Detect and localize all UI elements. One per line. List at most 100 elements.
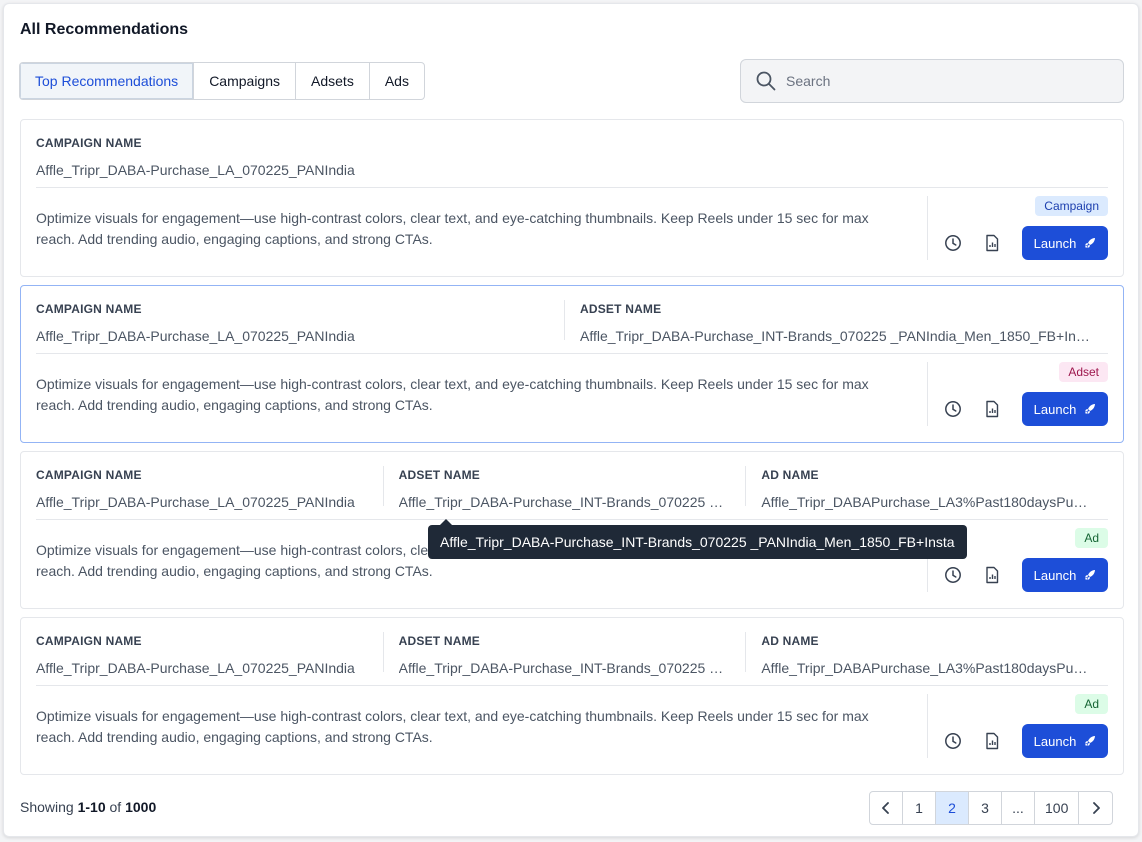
launch-label: Launch [1033, 235, 1077, 251]
campaign-label: CAMPAIGN NAME [36, 468, 142, 482]
history-button[interactable] [941, 397, 965, 421]
card-actions: Launch [941, 392, 1108, 426]
campaign-name: Affle_Tripr_DABA-Purchase_LA_070225_PANI… [36, 328, 355, 344]
divider [927, 694, 928, 758]
ad-label: AD NAME [761, 634, 819, 648]
recommendation-card: CAMPAIGN NAME Affle_Tripr_DABA-Purchase_… [20, 119, 1124, 277]
card-actions: Launch [941, 724, 1108, 758]
ad-field: AD NAME Affle_Tripr_DABAPurchase_LA3%Pas… [745, 452, 1108, 519]
campaign-field: CAMPAIGN NAME Affle_Tripr_DABA-Purchase_… [36, 618, 383, 685]
page-button-3[interactable]: 3 [969, 792, 1002, 824]
recommendation-text: Optimize visuals for engagement—use high… [36, 708, 869, 745]
report-icon [986, 732, 999, 750]
tab-bar: Top Recommendations Campaigns Adsets Ads [19, 62, 425, 100]
rocket-icon [1085, 238, 1096, 248]
recommendation-card: CAMPAIGN NAME Affle_Tripr_DABA-Purchase_… [20, 617, 1124, 775]
report-icon [986, 566, 999, 584]
launch-button[interactable]: Launch [1022, 724, 1108, 758]
page-button-100[interactable]: 100 [1035, 792, 1080, 824]
tab-adsets[interactable]: Adsets [296, 63, 370, 99]
summary-range: 1-10 [77, 799, 106, 815]
adset-name[interactable]: Affle_Tripr_DABA-Purchase_INT-Brands_070… [399, 660, 730, 676]
page-button-1[interactable]: 1 [903, 792, 936, 824]
ad-label: AD NAME [761, 468, 819, 482]
campaign-field: CAMPAIGN NAME Affle_Tripr_DABA-Purchase_… [36, 452, 383, 519]
chevron-left-icon [882, 802, 889, 814]
clock-icon [945, 567, 961, 583]
campaign-name: Affle_Tripr_DABA-Purchase_LA_070225_PANI… [36, 162, 355, 178]
campaign-label: CAMPAIGN NAME [36, 136, 142, 150]
prev-page-button[interactable] [870, 792, 903, 824]
level-badge: Campaign [1035, 196, 1108, 216]
recommendation-text: Optimize visuals for engagement—use high… [36, 210, 869, 247]
adset-name-tooltip: Affle_Tripr_DABA-Purchase_INT-Brands_070… [428, 519, 967, 559]
ad-field: AD NAME Affle_Tripr_DABAPurchase_LA3%Pas… [745, 618, 1108, 685]
card-fields: CAMPAIGN NAME Affle_Tripr_DABA-Purchase_… [36, 452, 1108, 520]
campaign-field: CAMPAIGN NAME Affle_Tripr_DABA-Purchase_… [36, 286, 564, 353]
search-icon [756, 71, 776, 91]
recommendation-text: Optimize visuals for engagement—use high… [36, 376, 869, 413]
report-button[interactable] [980, 729, 1004, 753]
card-actions: Launch [941, 226, 1108, 260]
history-button[interactable] [941, 729, 965, 753]
report-icon [986, 400, 999, 418]
campaign-name: Affle_Tripr_DABA-Purchase_LA_070225_PANI… [36, 660, 355, 676]
launch-label: Launch [1033, 401, 1077, 417]
page-ellipsis: ... [1002, 792, 1035, 824]
rocket-icon [1085, 736, 1096, 746]
ad-name[interactable]: Affle_Tripr_DABAPurchase_LA3%Past180days… [761, 660, 1092, 676]
level-badge: Adset [1059, 362, 1108, 382]
recommendations-panel: All Recommendations Top Recommendations … [3, 3, 1139, 837]
divider [927, 362, 928, 426]
divider [927, 196, 928, 260]
report-icon [986, 234, 999, 252]
tab-top-recommendations[interactable]: Top Recommendations [20, 63, 195, 99]
card-fields: CAMPAIGN NAME Affle_Tripr_DABA-Purchase_… [36, 120, 1108, 188]
adset-label: ADSET NAME [580, 302, 662, 316]
adset-field: ADSET NAME Affle_Tripr_DABA-Purchase_INT… [382, 618, 746, 685]
clock-icon [945, 733, 961, 749]
launch-label: Launch [1033, 567, 1077, 583]
level-badge: Ad [1075, 528, 1108, 548]
adset-label: ADSET NAME [398, 468, 481, 482]
pagination: 1 2 3 ... 100 [869, 791, 1114, 825]
history-button[interactable] [941, 563, 965, 587]
report-button[interactable] [980, 397, 1004, 421]
pagination-summary: Showing 1-10 of 1000 [20, 799, 156, 815]
adset-label: ADSET NAME [398, 634, 481, 648]
adset-field: ADSET NAME Affle_Tripr_DABA-Purchase_INT… [382, 452, 746, 519]
summary-total: 1000 [125, 799, 157, 815]
clock-icon [945, 401, 961, 417]
tab-campaigns[interactable]: Campaigns [194, 63, 297, 99]
card-fields: CAMPAIGN NAME Affle_Tripr_DABA-Purchase_… [36, 286, 1108, 354]
level-badge: Ad [1075, 694, 1108, 714]
recommendation-card: CAMPAIGN NAME Affle_Tripr_DABA-Purchase_… [20, 285, 1124, 443]
chevron-right-icon [1092, 802, 1100, 814]
page-title: All Recommendations [20, 21, 189, 38]
campaign-label: CAMPAIGN NAME [36, 634, 142, 648]
adset-name[interactable]: Affle_Tripr_DABA-Purchase_INT-Brands_070… [399, 494, 730, 510]
launch-button[interactable]: Launch [1022, 558, 1108, 592]
report-button[interactable] [980, 231, 1004, 255]
rocket-icon [1085, 570, 1096, 580]
adset-field: ADSET NAME Affle_Tripr_DABA-Purchase_INT… [564, 286, 1108, 353]
card-fields: CAMPAIGN NAME Affle_Tripr_DABA-Purchase_… [36, 618, 1108, 686]
ad-name[interactable]: Affle_Tripr_DABAPurchase_LA3%Past180days… [761, 494, 1092, 510]
next-page-button[interactable] [1079, 792, 1112, 824]
search-box[interactable] [740, 59, 1124, 103]
campaign-label: CAMPAIGN NAME [36, 302, 142, 316]
summary-prefix: Showing [20, 799, 74, 815]
clock-icon [945, 235, 961, 251]
search-input[interactable] [786, 73, 1106, 89]
launch-button[interactable]: Launch [1022, 392, 1108, 426]
campaign-field: CAMPAIGN NAME Affle_Tripr_DABA-Purchase_… [36, 120, 1108, 187]
summary-of: of [109, 799, 122, 815]
launch-label: Launch [1033, 733, 1077, 749]
page-button-2[interactable]: 2 [936, 792, 969, 824]
history-button[interactable] [941, 231, 965, 255]
adset-name[interactable]: Affle_Tripr_DABA-Purchase_INT-Brands_070… [580, 328, 1092, 344]
tab-ads[interactable]: Ads [370, 63, 424, 99]
rocket-icon [1085, 404, 1096, 414]
launch-button[interactable]: Launch [1022, 226, 1108, 260]
report-button[interactable] [980, 563, 1004, 587]
